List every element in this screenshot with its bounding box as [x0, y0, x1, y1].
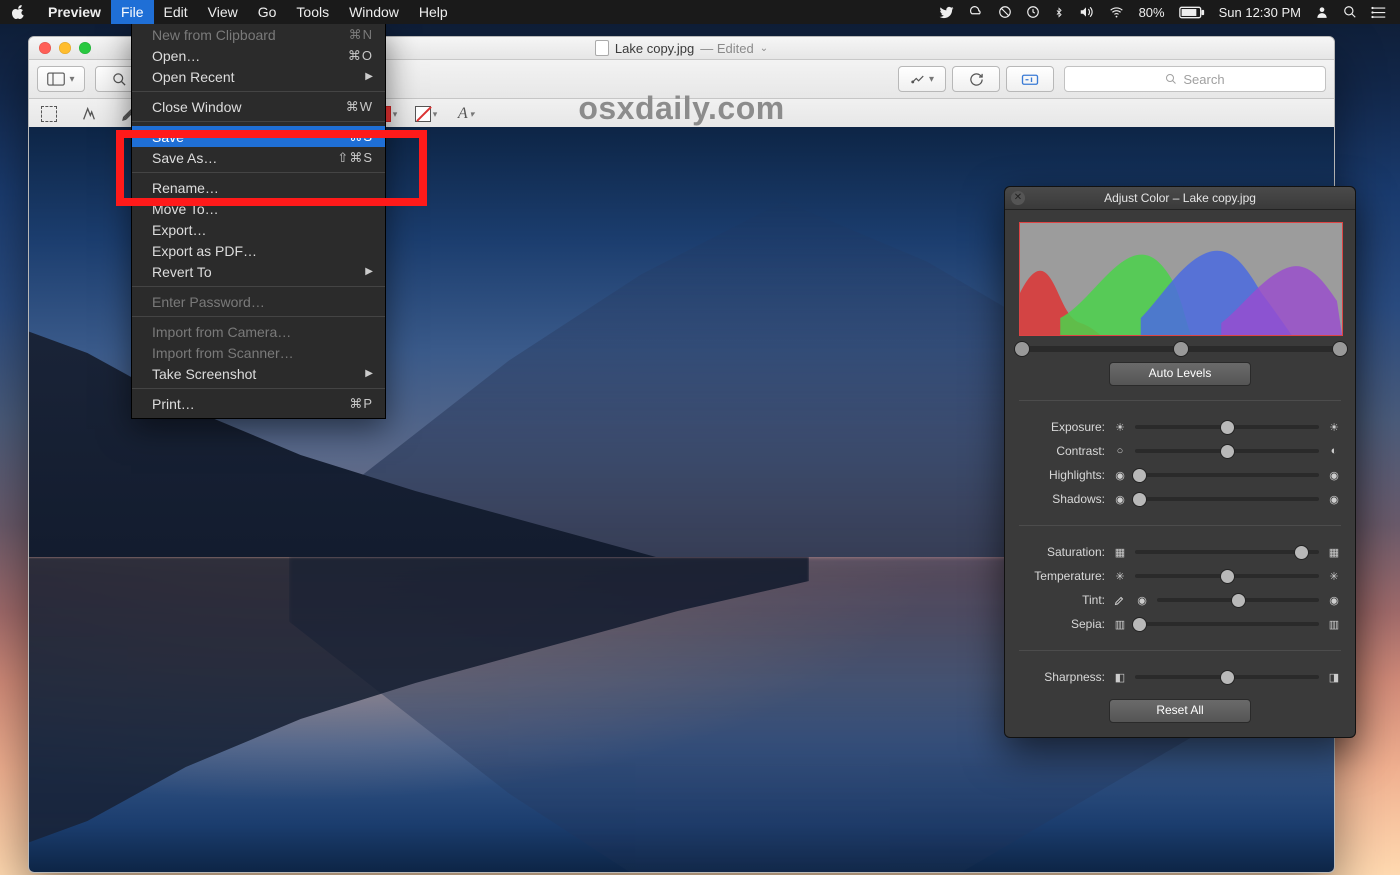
panel-close-button[interactable]: ✕	[1011, 191, 1025, 205]
slider-sharpness[interactable]: Sharpness:◧◨	[1019, 665, 1341, 689]
menu-tools[interactable]: Tools	[286, 0, 339, 24]
menu-item-export[interactable]: Export…	[132, 219, 385, 240]
menu-item-new-from-clipboard: New from Clipboard⌘N	[132, 24, 385, 45]
document-name: Lake copy.jpg	[615, 41, 694, 56]
wifi-icon[interactable]	[1108, 5, 1125, 19]
menu-item-move-to[interactable]: Move To…	[132, 198, 385, 219]
panel-title-text: Adjust Color – Lake copy.jpg	[1104, 191, 1256, 205]
battery-percent: 80%	[1139, 5, 1165, 20]
app-name[interactable]: Preview	[38, 0, 111, 24]
menu-item-export-as-pdf[interactable]: Export as PDF…	[132, 240, 385, 261]
adjust-color-panel[interactable]: ✕ Adjust Color – Lake copy.jpg Auto Leve…	[1004, 186, 1356, 738]
histogram	[1019, 222, 1343, 336]
menu-item-import-from-scanner: Import from Scanner…	[132, 342, 385, 363]
font-style-tool[interactable]: A▾	[454, 103, 478, 125]
spotlight-icon[interactable]	[1343, 5, 1357, 19]
menu-item-print[interactable]: Print…⌘P	[132, 393, 385, 414]
panel-titlebar[interactable]: ✕ Adjust Color – Lake copy.jpg	[1005, 187, 1355, 210]
markup-toggle-button[interactable]: ▾	[898, 66, 946, 92]
bluetooth-icon[interactable]	[1054, 5, 1064, 20]
user-icon[interactable]	[1315, 5, 1329, 19]
menu-item-open-recent[interactable]: Open Recent▶	[132, 66, 385, 87]
slider-temperature[interactable]: Temperature:✳✳	[1019, 564, 1341, 588]
menu-item-enter-password: Enter Password…	[132, 291, 385, 312]
reset-all-button[interactable]: Reset All	[1109, 699, 1251, 723]
menu-edit[interactable]: Edit	[154, 0, 198, 24]
levels-slider[interactable]	[1021, 346, 1339, 352]
menu-item-save-as[interactable]: Save As…⇧⌘S	[132, 147, 385, 168]
menu-item-save[interactable]: Save⌘S	[132, 126, 385, 147]
menu-item-revert-to[interactable]: Revert To▶	[132, 261, 385, 282]
search-input[interactable]: Search	[1064, 66, 1326, 92]
menu-window[interactable]: Window	[339, 0, 409, 24]
cloud-icon[interactable]	[968, 5, 984, 19]
slider-highlights[interactable]: Highlights:◉◉	[1019, 463, 1341, 487]
search-placeholder: Search	[1183, 72, 1224, 87]
slider-tint[interactable]: Tint:◉◉	[1019, 588, 1341, 612]
menu-go[interactable]: Go	[248, 0, 287, 24]
markup-toolbar-button[interactable]	[1006, 66, 1054, 92]
document-icon	[595, 40, 609, 56]
notification-center-icon[interactable]	[1371, 6, 1386, 19]
slider-saturation[interactable]: Saturation:▦▦	[1019, 540, 1341, 564]
menu-help[interactable]: Help	[409, 0, 458, 24]
slider-exposure[interactable]: Exposure:☀☀	[1019, 415, 1341, 439]
slider-contrast[interactable]: Contrast:○◐	[1019, 439, 1341, 463]
instant-alpha-tool[interactable]	[77, 103, 101, 125]
sidebar-view-button[interactable]: ▾	[37, 66, 85, 92]
fill-color-tool[interactable]: ▾	[414, 103, 438, 125]
menu-view[interactable]: View	[198, 0, 248, 24]
mac-menubar: Preview FileEditViewGoToolsWindowHelp 80…	[0, 0, 1400, 24]
slider-sepia[interactable]: Sepia:▥▥	[1019, 612, 1341, 636]
menu-item-import-from-camera: Import from Camera…	[132, 321, 385, 342]
timemachine-icon[interactable]	[1026, 5, 1040, 19]
chevron-down-icon[interactable]: ⌄	[760, 43, 768, 54]
do-not-disturb-icon[interactable]	[998, 5, 1012, 19]
menu-item-close-window[interactable]: Close Window⌘W	[132, 96, 385, 117]
eyedropper-icon[interactable]	[1113, 593, 1127, 607]
slider-shadows[interactable]: Shadows:◉◉	[1019, 487, 1341, 511]
twitter-icon[interactable]	[939, 5, 954, 20]
menubar-clock[interactable]: Sun 12:30 PM	[1219, 5, 1301, 20]
volume-icon[interactable]	[1078, 5, 1094, 19]
rotate-button[interactable]	[952, 66, 1000, 92]
battery-icon[interactable]	[1179, 6, 1205, 19]
file-menu: New from Clipboard⌘NOpen…⌘OOpen Recent▶ C…	[131, 24, 386, 419]
apple-menu[interactable]	[0, 0, 38, 24]
auto-levels-button[interactable]: Auto Levels	[1109, 362, 1251, 386]
document-status: Edited	[717, 41, 754, 56]
menu-file[interactable]: File	[111, 0, 154, 24]
menu-item-rename[interactable]: Rename…	[132, 177, 385, 198]
menu-item-take-screenshot[interactable]: Take Screenshot▶	[132, 363, 385, 384]
menu-item-open[interactable]: Open…⌘O	[132, 45, 385, 66]
selection-tool[interactable]	[37, 103, 61, 125]
